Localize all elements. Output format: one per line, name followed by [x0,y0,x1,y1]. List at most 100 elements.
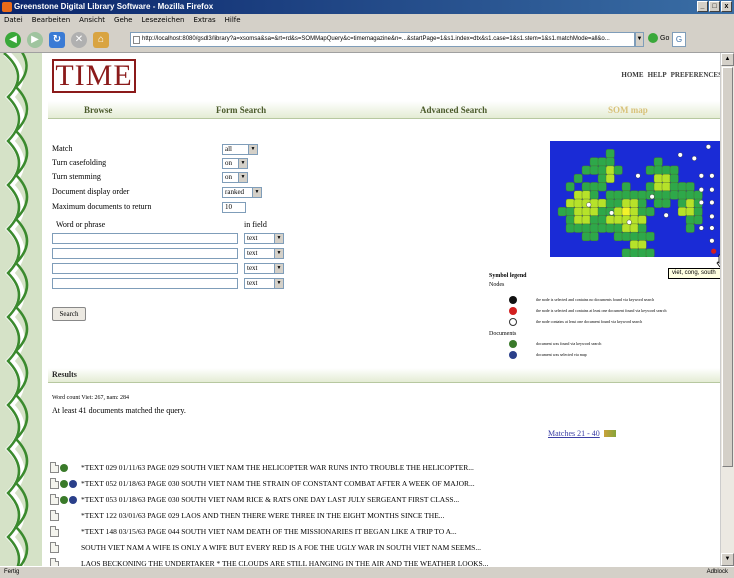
map-node[interactable] [597,215,607,225]
map-node[interactable] [629,231,639,242]
map-node[interactable] [637,240,647,250]
map-node[interactable] [589,157,599,167]
next-page-icon[interactable] [603,430,616,437]
map-node[interactable] [589,223,599,233]
map-node[interactable] [621,231,631,242]
map-node-dot[interactable] [677,152,683,158]
document-icon[interactable] [50,510,59,521]
map-node[interactable] [605,223,615,233]
query-input-4[interactable] [52,278,238,289]
maximize-button[interactable]: □ [709,1,720,12]
map-node[interactable] [597,223,607,233]
map-node[interactable] [693,207,703,217]
menu-lesezeichen[interactable]: Lesezeichen [142,14,185,27]
map-node[interactable] [581,223,591,233]
map-node[interactable] [685,223,695,233]
map-node[interactable] [629,198,639,208]
map-node[interactable] [605,149,615,159]
field-select-2[interactable]: text ▼ [244,248,284,259]
back-arrow-icon[interactable]: ◀ [5,31,21,48]
adblock-status[interactable]: Adblock [707,567,728,578]
map-node[interactable] [637,190,647,200]
map-node[interactable] [589,182,599,192]
map-node-dot[interactable] [698,173,704,179]
map-node[interactable] [677,198,687,208]
map-node[interactable] [677,190,687,200]
map-node[interactable] [565,215,575,225]
map-node[interactable] [661,198,671,208]
map-node[interactable] [565,182,575,192]
address-bar[interactable]: http://localhost:8080/gsdl3/library?a=xs… [130,32,635,47]
menu-bearbeiten[interactable]: Bearbeiten [32,14,70,27]
vertical-scrollbar[interactable]: ▲ ▼ [720,53,734,566]
go-button[interactable]: Go [648,33,669,43]
query-input-3[interactable] [52,263,238,274]
search-button[interactable]: Search [52,307,86,321]
stemming-select[interactable]: on ▼ [222,172,248,183]
map-node[interactable] [613,190,623,200]
time-logo[interactable]: TIME [52,59,136,93]
map-node[interactable] [613,165,623,175]
result-title[interactable]: *TEXT 122 03/01/63 PAGE 029 LAOS AND THE… [81,509,444,523]
map-node[interactable] [685,207,695,217]
map-node[interactable] [597,173,607,184]
map-node-dot[interactable] [709,173,715,179]
map-node-dot[interactable] [709,238,715,244]
map-node[interactable] [669,165,679,175]
search-engine-icon[interactable]: G [672,32,686,47]
map-node[interactable] [605,173,615,184]
map-node-dot[interactable] [698,199,704,205]
map-node[interactable] [653,198,663,208]
map-node[interactable] [613,198,623,208]
map-node[interactable] [573,223,583,233]
map-node-dot[interactable] [698,225,704,231]
som-map[interactable] [550,141,726,257]
map-node[interactable] [589,190,599,200]
map-node[interactable] [581,165,591,175]
help-link[interactable]: HELP [648,71,667,79]
menu-hilfe[interactable]: Hilfe [225,14,241,27]
map-node[interactable] [645,207,655,217]
forward-arrow-icon[interactable]: ▶ [27,31,43,48]
map-node[interactable] [589,215,599,225]
map-node[interactable] [613,215,623,225]
map-node[interactable] [629,207,639,217]
map-node-dot[interactable] [709,187,715,193]
map-node-dot[interactable] [626,219,632,225]
map-node[interactable] [653,157,663,167]
map-node[interactable] [573,215,583,225]
result-title[interactable]: *TEXT 148 03/15/63 PAGE 044 SOUTH VIET N… [81,525,457,539]
map-node[interactable] [581,190,591,200]
menu-ansicht[interactable]: Ansicht [79,14,105,27]
result-row[interactable]: *TEXT 053 01/18/63 PAGE 030 SOUTH VIET N… [48,493,608,507]
map-node[interactable] [637,207,647,217]
map-node[interactable] [653,182,663,192]
home-link[interactable]: HOME [621,71,643,79]
map-node-dot[interactable] [635,173,641,179]
map-node[interactable] [573,190,583,200]
maxdocs-input[interactable]: 10 [222,202,246,213]
minimize-button[interactable]: _ [697,1,708,12]
map-node-dot[interactable] [709,199,715,205]
map-node[interactable] [637,231,647,242]
map-node-dot[interactable] [586,202,592,208]
tab-form-search[interactable]: Form Search [216,105,266,115]
map-node[interactable] [677,182,687,192]
map-node[interactable] [669,190,679,200]
map-node[interactable] [621,190,631,200]
map-node[interactable] [677,207,687,217]
result-row[interactable]: *TEXT 122 03/01/63 PAGE 029 LAOS AND THE… [48,509,608,523]
map-node[interactable] [597,165,607,175]
tab-advanced-search[interactable]: Advanced Search [420,105,487,115]
result-title[interactable]: *TEXT 029 01/11/63 PAGE 029 SOUTH VIET N… [81,461,474,475]
map-node[interactable] [629,240,639,250]
map-node[interactable] [685,182,695,192]
map-node[interactable] [661,173,671,184]
close-button[interactable]: x [721,1,732,12]
field-select-1[interactable]: text ▼ [244,233,284,244]
map-node[interactable] [693,215,703,225]
document-icon[interactable] [50,462,59,473]
map-node[interactable] [605,165,615,175]
map-node[interactable] [621,207,631,217]
result-title[interactable]: SOUTH VIET NAM A WIFE IS ONLY A WIFE BUT… [81,541,481,555]
